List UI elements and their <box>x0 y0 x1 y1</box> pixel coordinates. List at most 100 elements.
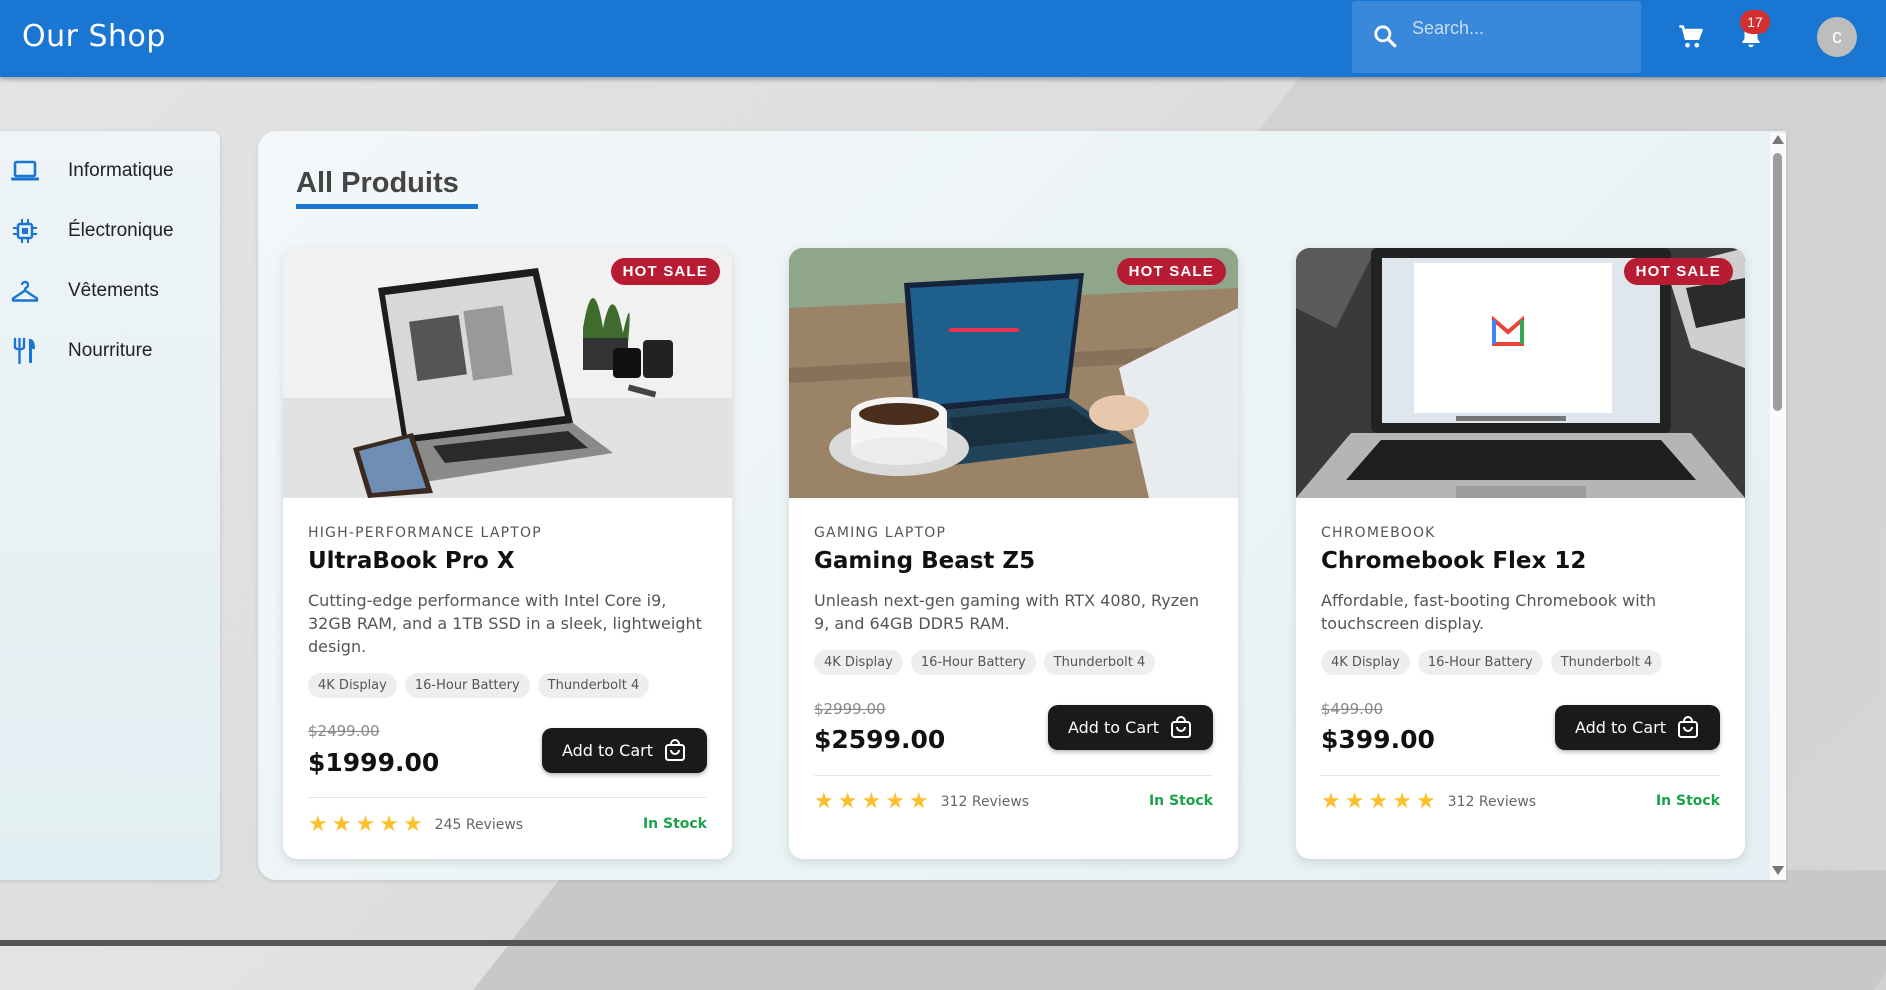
card-divider <box>308 797 707 798</box>
brand-title[interactable]: Our Shop <box>22 19 166 54</box>
scrollbar-thumb[interactable] <box>1773 153 1782 411</box>
star-icon: ★ <box>331 812 352 837</box>
product-category: HIGH-PERFORMANCE LAPTOP <box>308 525 542 541</box>
product-name[interactable]: UltraBook Pro X <box>308 548 515 574</box>
add-to-cart-button[interactable]: Add to Cart <box>542 728 707 773</box>
cart-button[interactable] <box>1671 17 1711 57</box>
feature-tag: 4K Display <box>1321 650 1410 675</box>
feature-tag: 16-Hour Battery <box>1417 650 1543 675</box>
sidebar-item-label: Vêtements <box>68 280 159 301</box>
shopping-bag-icon <box>1171 715 1192 738</box>
star-icon: ★ <box>1368 789 1389 814</box>
original-price: $2499.00 <box>308 722 380 740</box>
sidebar-item-nourriture[interactable]: Nourriture <box>0 326 220 376</box>
star-rating: ★ ★ ★ ★ ★ 312 Reviews <box>814 791 1029 813</box>
star-icon: ★ <box>814 789 834 814</box>
star-icon: ★ <box>379 812 399 837</box>
sidebar-item-electronique[interactable]: Électronique <box>0 206 220 256</box>
star-icon: ★ <box>1392 789 1412 814</box>
add-to-cart-label: Add to Cart <box>1574 718 1667 737</box>
feature-tag: Thunderbolt 4 <box>1043 650 1156 675</box>
sidebar-item-label: Nourriture <box>68 340 153 361</box>
sale-price: $2599.00 <box>814 725 946 754</box>
original-price: $499.00 <box>1321 700 1384 718</box>
hot-sale-badge: HOT SALE <box>610 258 720 285</box>
star-rating: ★ ★ ★ ★ ★ 312 Reviews <box>1321 791 1536 813</box>
sidebar-item-label: Électronique <box>68 220 174 241</box>
review-count[interactable]: 312 Reviews <box>941 794 1029 810</box>
review-count[interactable]: 245 Reviews <box>435 817 523 833</box>
chip-icon <box>8 214 42 248</box>
feature-tag: 16-Hour Battery <box>910 650 1036 675</box>
product-description: Affordable, fast-booting Chromebook with… <box>1321 591 1657 633</box>
hot-sale-badge: HOT SALE <box>1623 258 1733 285</box>
utensils-icon <box>8 334 42 368</box>
star-icon: ★ <box>402 812 423 837</box>
product-name[interactable]: Chromebook Flex 12 <box>1321 548 1586 574</box>
star-icon: ★ <box>355 812 376 837</box>
product-category: CHROMEBOOK <box>1321 525 1436 541</box>
window-bottom-edge <box>0 940 1886 946</box>
star-icon: ★ <box>885 789 905 814</box>
product-description: Unleash next-gen gaming with RTX 4080, R… <box>814 591 1200 633</box>
star-icon: ★ <box>1415 789 1436 814</box>
search-icon <box>1374 25 1397 48</box>
title-underline <box>296 204 478 209</box>
sale-price: $1999.00 <box>308 748 440 777</box>
vertical-scrollbar[interactable] <box>1770 133 1786 880</box>
feature-tags: 4K Display 16-Hour Battery Thunderbolt 4 <box>308 673 650 698</box>
shopping-bag-icon <box>1678 715 1699 738</box>
product-image[interactable]: HOT SALE <box>789 248 1238 498</box>
sidebar-item-vetements[interactable]: Vêtements <box>0 266 220 316</box>
stock-status: In Stock <box>1655 793 1720 809</box>
product-category: GAMING LAPTOP <box>814 525 947 541</box>
stock-status: In Stock <box>1148 793 1213 809</box>
star-icon: ★ <box>1321 789 1341 814</box>
page-title: All Produits <box>296 167 459 199</box>
add-to-cart-button[interactable]: Add to Cart <box>1555 705 1720 750</box>
product-name[interactable]: Gaming Beast Z5 <box>814 548 1035 574</box>
feature-tags: 4K Display 16-Hour Battery Thunderbolt 4 <box>814 650 1156 675</box>
sale-price: $399.00 <box>1321 725 1435 754</box>
stock-status: In Stock <box>642 816 707 832</box>
feature-tag: 4K Display <box>308 673 397 698</box>
original-price: $2999.00 <box>814 700 886 718</box>
feature-tags: 4K Display 16-Hour Battery Thunderbolt 4 <box>1321 650 1663 675</box>
feature-tag: 4K Display <box>814 650 903 675</box>
add-to-cart-button[interactable]: Add to Cart <box>1048 705 1213 750</box>
star-icon: ★ <box>908 789 929 814</box>
cart-icon <box>1679 25 1703 48</box>
hanger-icon <box>8 274 42 308</box>
add-to-cart-label: Add to Cart <box>561 741 654 760</box>
star-icon: ★ <box>837 789 858 814</box>
card-divider <box>1321 775 1720 776</box>
products-panel: All Produits HOT SALE HIGH-PERFORMANCE L… <box>258 131 1786 880</box>
avatar[interactable]: c <box>1817 17 1857 57</box>
app-bar: Our Shop 17 c <box>0 0 1886 77</box>
add-to-cart-label: Add to Cart <box>1067 718 1160 737</box>
card-divider <box>814 775 1213 776</box>
feature-tag: 16-Hour Battery <box>404 673 530 698</box>
notification-badge: 17 <box>1740 10 1770 34</box>
scroll-up-arrow[interactable] <box>1772 135 1784 144</box>
category-sidebar: Informatique Électronique Vêtements Nour… <box>0 131 220 880</box>
scroll-down-arrow[interactable] <box>1772 866 1784 875</box>
star-icon: ★ <box>1344 789 1365 814</box>
search-input[interactable] <box>1410 11 1634 45</box>
laptop-icon <box>8 154 42 188</box>
star-icon: ★ <box>308 812 328 837</box>
star-icon: ★ <box>861 789 882 814</box>
review-count[interactable]: 312 Reviews <box>1448 794 1536 810</box>
product-image[interactable]: HOT SALE <box>1296 248 1745 498</box>
sidebar-item-informatique[interactable]: Informatique <box>0 146 220 196</box>
background-shape <box>473 870 1886 990</box>
product-card[interactable]: HOT SALE CHROMEBOOK Chromebook Flex 12 A… <box>1296 248 1745 859</box>
star-rating: ★ ★ ★ ★ ★ 245 Reviews <box>308 814 523 836</box>
search-box[interactable] <box>1352 1 1641 73</box>
product-card[interactable]: HOT SALE HIGH-PERFORMANCE LAPTOP UltraBo… <box>283 248 732 859</box>
product-image[interactable]: HOT SALE <box>283 248 732 498</box>
product-card[interactable]: HOT SALE GAMING LAPTOP Gaming Beast Z5 U… <box>789 248 1238 859</box>
feature-tag: Thunderbolt 4 <box>537 673 650 698</box>
feature-tag: Thunderbolt 4 <box>1550 650 1663 675</box>
shopping-bag-icon <box>665 738 686 761</box>
